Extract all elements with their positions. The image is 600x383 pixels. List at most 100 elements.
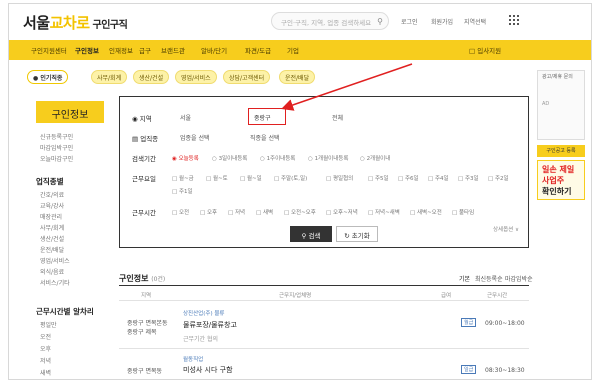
workday-option[interactable]: □ 주2일 [488,174,509,182]
sidebar-section-worktime: 근무시간별 알차리 [36,307,94,316]
browser-frame: 서울교차로 구인구직 구인·구직, 지역, 업종 검색하세요 ⚲ 로그인 회원가입… [8,3,592,380]
workday-option-label: 주말(토,일) [280,176,308,182]
period-option-today[interactable]: ◉ 오늘등록 [172,154,199,162]
sort-default[interactable]: 기본 [459,274,470,283]
period-option-3days[interactable]: ○ 3일이내등록 [212,154,247,162]
pill-callcenter[interactable]: 상담/고객센터 [223,70,271,84]
workday-option[interactable]: □ 주4일 [428,174,449,182]
sidebar-item-store[interactable]: 매장관리 [40,212,62,221]
worktime-option[interactable]: □ 새벽~오전 [410,208,442,216]
row-job-title[interactable]: 물류포장/물류창고 [183,320,237,330]
workday-option[interactable]: □ 월~금 [172,174,194,182]
sidebar-item-closing[interactable]: 마감임박구인 [40,143,73,152]
pill-popular[interactable]: ● 인기직종 [27,70,69,84]
pill-office[interactable]: 사무/회계 [91,70,128,84]
workday-option[interactable]: □ 주3일 [458,174,479,182]
workday-option[interactable]: □ 주1일 [172,187,193,195]
nav-item-center[interactable]: 구인지원센터 [31,45,67,55]
nav-item-talent[interactable]: 인재정보 [109,45,133,55]
sidebar-item-afternoon[interactable]: 오후 [40,344,51,353]
region-district-select-highlighted[interactable]: 중랑구 [248,108,286,125]
worktime-option[interactable]: □ 풀타임 [452,208,474,216]
workday-option[interactable]: □ 평일협의 [326,174,353,182]
workday-option[interactable]: □ 주5일 [368,174,389,182]
nav-item-urgent[interactable]: 급구 [139,45,151,55]
sidebar-item-driving[interactable]: 운전/배달 [40,245,64,254]
worktime-option[interactable]: □ 저녁~새벽 [368,208,400,216]
sidebar-item-sales[interactable]: 영업/서비스 [40,256,70,265]
main-nav: 구인지원센터 구인정보 인재정보 급구 브랜드관 알바/단기 파견/도급 기업 … [9,40,591,60]
period-option-1week[interactable]: ○ 1주이내등록 [260,154,295,162]
pill-sales[interactable]: 영업/서비스 [175,70,217,84]
workday-option[interactable]: □ 주말(토,일) [274,174,307,182]
sidebar-item-weekday[interactable]: 평일만 [40,320,57,329]
ad-top-text: AD [542,101,550,107]
list-title-text: 구인정보 [119,274,149,283]
pill-delivery[interactable]: 운전/배달 [279,70,316,84]
sidebar-item-etc[interactable]: 서비스/기타 [40,278,70,287]
sidebar-item-new[interactable]: 신규등록구인 [40,132,73,141]
sidebar-item-today[interactable]: 오늘마감구인 [40,154,73,163]
nav-item-jobs[interactable]: 구인정보 [75,45,99,55]
nav-apply[interactable]: □ 입사지원 [469,45,501,55]
nav-item-parttime[interactable]: 알바/단기 [201,45,227,55]
workday-option[interactable]: □ 주6일 [398,174,419,182]
worktime-option[interactable]: □ 오전 [172,208,189,216]
pill-production[interactable]: 생산/건설 [133,70,170,84]
post-job-button[interactable]: 구인공고 등록 [537,145,585,157]
worktime-option-label: 풀타임 [458,210,475,216]
row-company[interactable]: 월동직업 [183,355,203,363]
sort-closing[interactable]: 마감임박순 [505,274,533,283]
search-placeholder: 구인·구직, 지역, 업종 검색하세요 [281,19,372,27]
sidebar-item-office[interactable]: 사무/회계 [40,223,64,232]
period-option-1month[interactable]: ○ 1개월이내등록 [308,154,348,162]
site-logo[interactable]: 서울교차로 구인구직 [23,12,128,33]
worktime-option[interactable]: □ 오전~오후 [284,208,316,216]
region-city-select[interactable]: 서울 [180,113,191,122]
worktime-option-label: 오전 [178,210,190,216]
sidebar-item-evening[interactable]: 저녁 [40,356,51,365]
list-count: (0건) [151,276,166,283]
worktime-option[interactable]: □ 새벽 [256,208,273,216]
sidebar-item-food[interactable]: 외식/음료 [40,267,64,276]
row-pay-badge: 일급 [461,365,477,374]
nav-item-brand[interactable]: 브랜드관 [161,45,185,55]
region-select-link[interactable]: 지역선택 [464,17,486,26]
workday-option[interactable]: □ 월~토 [206,174,228,182]
search-input[interactable]: 구인·구직, 지역, 업종 검색하세요 ⚲ [271,12,389,30]
sidebar-item-education[interactable]: 교육/강사 [40,201,64,210]
ad-banner-top[interactable]: 광고/제휴 문의 AD [537,70,585,140]
sidebar-item-dawn[interactable]: 새벽 [40,368,51,377]
sidebar-item-medical[interactable]: 간호/의료 [40,190,64,199]
signup-link[interactable]: 회원가입 [431,17,453,26]
worktime-option[interactable]: □ 오후~저녁 [326,208,358,216]
workday-option-label: 주6일 [404,176,419,182]
nav-item-company[interactable]: 기업 [287,45,299,55]
workday-option[interactable]: □ 월~일 [240,174,262,182]
reset-button[interactable]: ↻ 초기화 [336,226,378,242]
sidebar-section-jobtype: 업직종별 [36,177,64,186]
sidebar-item-morning[interactable]: 오전 [40,332,51,341]
ad-banner-employer[interactable]: 일손 제일 사업주 확인하기 [537,160,585,200]
worktime-option[interactable]: □ 오후 [200,208,217,216]
period-option-label: 오늘등록 [178,156,199,162]
region-dong-select[interactable]: 전체 [332,113,343,122]
worktime-option[interactable]: □ 저녁 [228,208,245,216]
workday-option-label: 월~토 [212,176,228,182]
search-button-label: 검색 [308,232,321,240]
more-options-toggle[interactable]: 상세옵션 ∨ [493,225,519,233]
occupation-select[interactable]: 직종을 선택 [250,133,280,142]
industry-select[interactable]: 업종을 선택 [180,133,210,142]
menu-grid-icon[interactable] [509,15,519,25]
column-time: 근무시간 [487,293,508,299]
search-button[interactable]: ⚲ 검색 [290,226,332,242]
period-option-2months[interactable]: ○ 2개월이내 [360,154,390,162]
login-link[interactable]: 로그인 [401,17,418,26]
workday-option-label: 평일협의 [332,176,354,182]
sidebar-item-production[interactable]: 생산/건설 [40,234,64,243]
row-job-title[interactable]: 미성사 시다 구함 [183,365,233,375]
search-icon[interactable]: ⚲ [377,17,383,26]
sort-latest[interactable]: 최신등록순 [475,274,503,283]
nav-item-dispatch[interactable]: 파견/도급 [245,45,271,55]
row-company[interactable]: 상진산업(주) 물류 [183,309,224,317]
